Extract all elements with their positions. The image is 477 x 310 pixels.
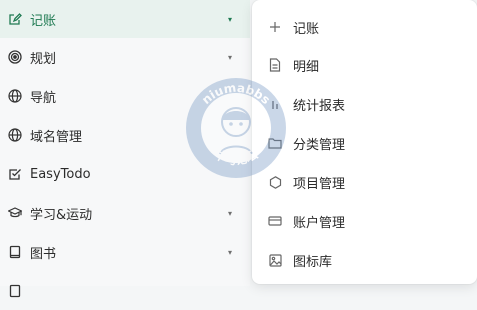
chevron-down-icon: ▾ — [228, 14, 233, 24]
bar-chart-icon — [268, 97, 282, 111]
submenu-item-details[interactable]: 明细 — [252, 46, 477, 84]
checkbox-icon — [8, 167, 22, 181]
sidebar-item-label: 记账 — [30, 13, 57, 29]
card-icon — [268, 214, 282, 228]
sidebar-item-domain-management[interactable]: 域名管理 — [0, 116, 250, 154]
sidebar-item-label: 导航 — [30, 90, 57, 106]
sidebar-item-label: 域名管理 — [30, 129, 83, 145]
sidebar-item-books[interactable]: 图书 ▾ — [0, 233, 250, 271]
submenu-item-icon-library[interactable]: 图标库 — [252, 241, 477, 279]
document-icon — [268, 58, 282, 72]
submenu-popup: 记账 明细 统计报表 分类管理 项目管理 账户管理 图标库 — [252, 0, 477, 284]
submenu-item-category-management[interactable]: 分类管理 — [252, 124, 477, 162]
sidebar-item-label: 学习&运动 — [30, 207, 93, 223]
sidebar-item-label: 图书 — [30, 246, 57, 262]
sidebar-item-label: 规划 — [30, 51, 57, 67]
sidebar-item-study-sports[interactable]: 学习&运动 ▾ — [0, 194, 250, 232]
edit-icon — [8, 12, 22, 26]
submenu-item-label: 账户管理 — [293, 215, 346, 231]
submenu-item-label: 项目管理 — [293, 176, 346, 192]
book-icon — [8, 245, 22, 259]
submenu-item-label: 图标库 — [293, 254, 333, 270]
chevron-down-icon: ▾ — [228, 52, 233, 62]
chevron-down-icon: ▾ — [228, 208, 233, 218]
folder-icon — [268, 136, 282, 150]
submenu-item-statistics[interactable]: 统计报表 — [252, 85, 477, 123]
submenu-item-label: 记账 — [293, 21, 320, 37]
sidebar-item-partial[interactable] — [0, 272, 250, 310]
submenu-item-label: 分类管理 — [293, 137, 346, 153]
submenu-item-label: 明细 — [293, 59, 320, 75]
submenu-item-label: 统计报表 — [293, 98, 346, 114]
sidebar-item-navigation[interactable]: 导航 — [0, 77, 250, 115]
submenu-item-account-management[interactable]: 账户管理 — [252, 202, 477, 240]
target-icon — [8, 50, 22, 64]
graduation-cap-icon — [8, 206, 22, 220]
globe-icon — [8, 89, 22, 103]
sidebar-item-planning[interactable]: 规划 ▾ — [0, 38, 250, 76]
globe-icon — [8, 128, 22, 142]
image-icon — [268, 253, 282, 267]
submenu-item-add-record[interactable]: 记账 — [252, 8, 477, 46]
sidebar-item-label: EasyTodo — [30, 166, 91, 182]
sidebar-item-bookkeeping[interactable]: 记账 ▾ — [0, 0, 250, 38]
hexagon-icon — [268, 175, 282, 189]
chevron-down-icon: ▾ — [228, 247, 233, 257]
sidebar: 记账 ▾ 规划 ▾ 导航 域名管理 EasyTodo 学习&运动 ▾ 图书 ▾ — [0, 0, 250, 298]
submenu-item-project-management[interactable]: 项目管理 — [252, 163, 477, 201]
plus-icon — [268, 20, 282, 34]
book-icon — [8, 284, 22, 298]
sidebar-item-easytodo[interactable]: EasyTodo — [0, 155, 250, 193]
